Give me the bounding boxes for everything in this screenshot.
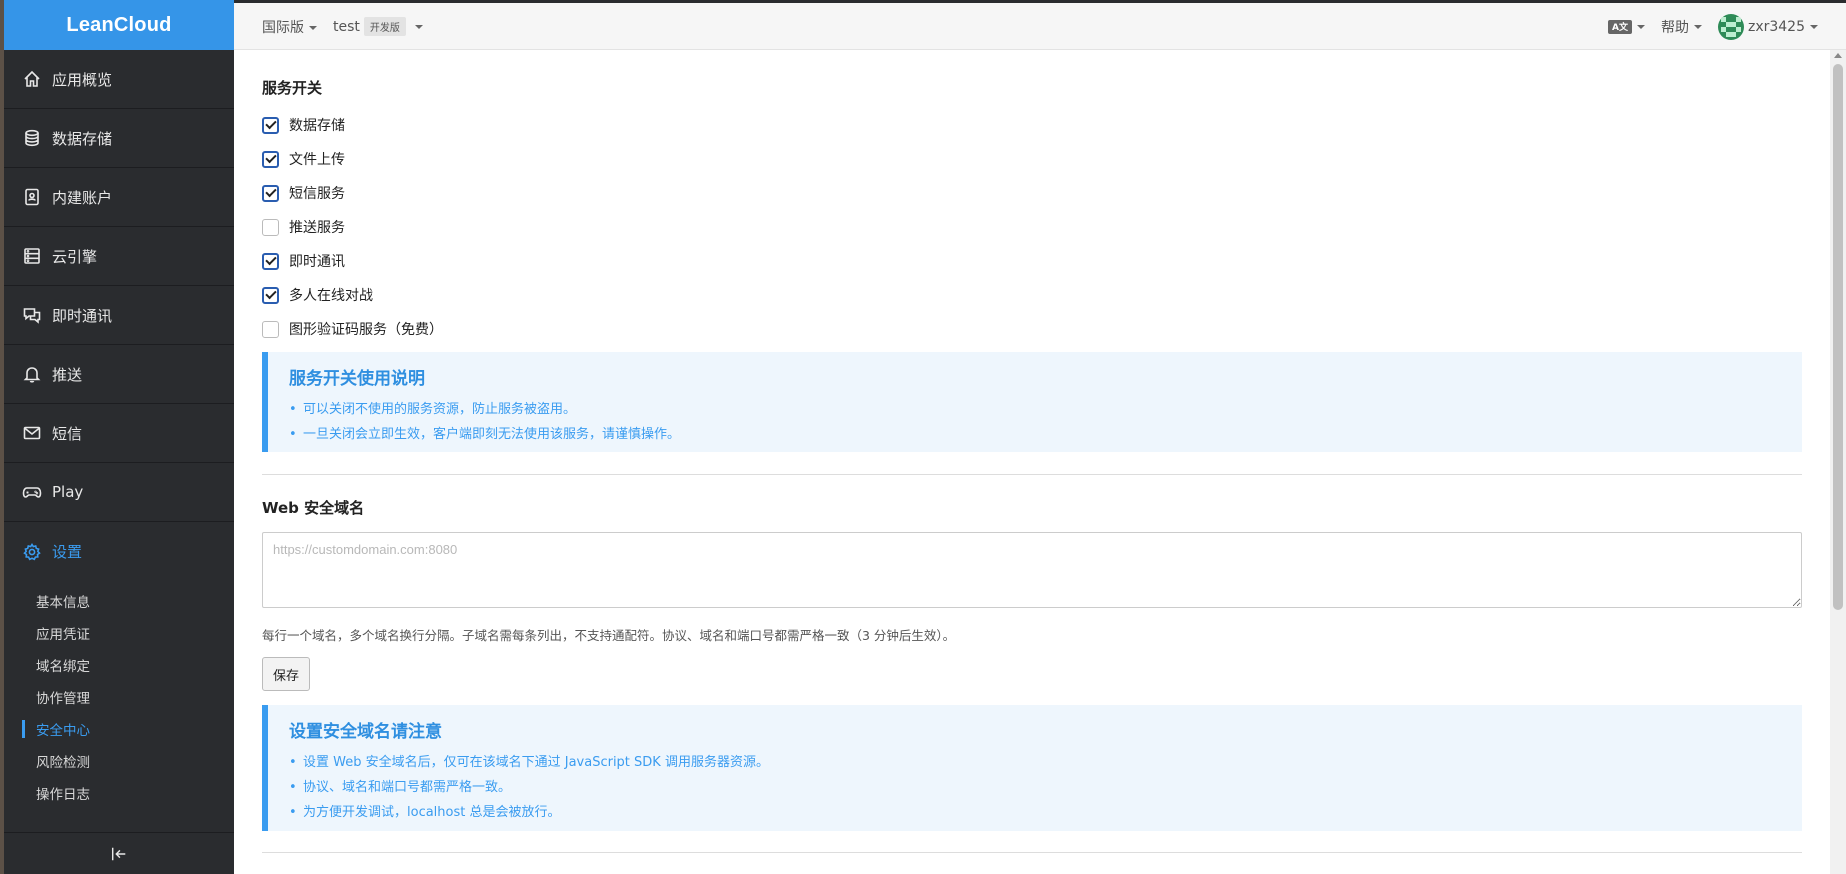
notice-item: 设置 Web 安全域名后，仅可在该域名下通过 JavaScript SDK 调用… xyxy=(289,750,1780,775)
brand-logo[interactable]: LeanCloud xyxy=(4,0,234,50)
gamepad-icon xyxy=(22,482,42,502)
subnav-item-operation-log[interactable]: 操作日志 xyxy=(4,777,234,809)
collapse-sidebar-button[interactable] xyxy=(4,832,234,874)
bell-icon xyxy=(22,364,42,384)
main-content: 服务开关 数据存储 文件上传 短信服务 推送服务 即时通讯 多人在线对战 图形验… xyxy=(234,50,1830,874)
sidebar-item-label: 数据存储 xyxy=(52,129,113,148)
web-domain-title: Web 安全域名 xyxy=(262,499,365,517)
sidebar-item-accounts[interactable]: 内建账户 xyxy=(4,168,234,227)
sidebar-item-label: Play xyxy=(52,483,84,501)
app-env-badge: 开发版 xyxy=(363,17,406,36)
sidebar-item-label: 即时通讯 xyxy=(52,306,113,325)
checkbox-file-upload[interactable]: 文件上传 xyxy=(262,142,1802,176)
checkbox-checked[interactable] xyxy=(262,252,279,270)
app-name[interactable]: test xyxy=(333,19,360,35)
web-domain-help-text: 每行一个域名，多个域名换行分隔。子域名需每条列出，不支持通配符。协议、域名和端口… xyxy=(262,628,956,643)
checkbox-label: 文件上传 xyxy=(289,152,345,168)
notice-item: 可以关闭不使用的服务资源，防止服务被盗用。 xyxy=(289,397,1780,422)
scrollbar-thumb[interactable] xyxy=(1833,64,1843,610)
sidebar-item-label: 应用概览 xyxy=(52,70,113,89)
subnav-item-app-keys[interactable]: 应用凭证 xyxy=(4,617,234,649)
subnav-item-collaboration[interactable]: 协作管理 xyxy=(4,681,234,713)
checkbox-sms-service[interactable]: 短信服务 xyxy=(262,176,1802,210)
checkbox-data-storage[interactable]: 数据存储 xyxy=(262,108,1802,142)
subnav-item-risk-detection[interactable]: 风险检测 xyxy=(4,745,234,777)
region-label: 国际版 xyxy=(262,19,304,36)
notice-item: 一旦关闭会立即生效，客户端即刻无法使用该服务，请谨慎操作。 xyxy=(289,422,1780,447)
checkbox-unchecked[interactable] xyxy=(262,320,279,338)
checkbox-label: 推送服务 xyxy=(289,220,345,236)
contact-card-icon xyxy=(22,187,42,207)
sidebar: LeanCloud 应用概览 数据存储 内建账户 云引擎 即时通讯 推送 短信 … xyxy=(0,0,234,874)
chevron-down-icon xyxy=(1636,24,1645,29)
checkbox-multiplayer[interactable]: 多人在线对战 xyxy=(262,278,1802,312)
home-icon xyxy=(22,69,42,89)
sidebar-item-label: 云引擎 xyxy=(52,247,98,266)
chevron-down-icon xyxy=(1693,24,1702,29)
sidebar-item-cloud-engine[interactable]: 云引擎 xyxy=(4,227,234,286)
chat-icon xyxy=(22,305,42,325)
scroll-up-icon[interactable] xyxy=(1834,53,1842,58)
page-scrollbar[interactable] xyxy=(1830,50,1846,874)
checkbox-captcha[interactable]: 图形验证码服务（免费） xyxy=(262,312,1802,346)
web-domain-input[interactable] xyxy=(262,532,1802,608)
checkbox-im[interactable]: 即时通讯 xyxy=(262,244,1802,278)
collapse-icon xyxy=(111,847,126,860)
mail-icon xyxy=(22,423,42,443)
username: zxr3425 xyxy=(1747,18,1805,35)
checkbox-label: 即时通讯 xyxy=(289,254,345,270)
sidebar-item-label: 短信 xyxy=(52,424,83,443)
gear-icon xyxy=(22,542,42,562)
notice-title: 服务开关使用说明 xyxy=(289,369,425,389)
sidebar-item-label: 设置 xyxy=(52,543,83,561)
sidebar-item-label: 推送 xyxy=(52,365,83,384)
checkbox-label: 短信服务 xyxy=(289,186,345,202)
subnav-item-security-center[interactable]: 安全中心 xyxy=(4,713,234,745)
checkbox-label: 数据存储 xyxy=(289,118,345,134)
sidebar-item-sms[interactable]: 短信 xyxy=(4,404,234,463)
sidebar-item-push[interactable]: 推送 xyxy=(4,345,234,404)
save-button[interactable]: 保存 xyxy=(262,657,311,691)
translate-icon: A文 xyxy=(1607,19,1632,34)
checkbox-checked[interactable] xyxy=(262,286,279,304)
notice-item: 为方便开发调试，localhost 总是会被放行。 xyxy=(289,800,1780,825)
checkbox-checked[interactable] xyxy=(262,150,279,168)
subnav-item-domain-binding[interactable]: 域名绑定 xyxy=(4,649,234,681)
avatar xyxy=(1717,13,1744,40)
region-dropdown[interactable]: 国际版 xyxy=(262,17,317,37)
web-domain-notice: 设置安全域名请注意 设置 Web 安全域名后，仅可在该域名下通过 JavaScr… xyxy=(262,705,1802,831)
chevron-down-icon xyxy=(309,25,317,30)
checkbox-checked[interactable] xyxy=(262,116,279,134)
language-dropdown[interactable]: A文 xyxy=(1607,19,1645,34)
service-switch-notice: 服务开关使用说明 可以关闭不使用的服务资源，防止服务被盗用。 一旦关闭会立即生效… xyxy=(262,352,1802,452)
help-label: 帮助 xyxy=(1660,19,1689,36)
subnav-item-basic-info[interactable]: 基本信息 xyxy=(4,585,234,617)
sidebar-item-label: 内建账户 xyxy=(52,188,113,207)
checkbox-checked[interactable] xyxy=(262,184,279,202)
settings-subnav: 基本信息 应用凭证 域名绑定 协作管理 安全中心 风险检测 操作日志 xyxy=(4,581,234,809)
sidebar-item-play[interactable]: Play xyxy=(4,463,234,522)
sidebar-item-overview[interactable]: 应用概览 xyxy=(4,50,234,109)
service-switch-title: 服务开关 xyxy=(262,79,323,97)
checkbox-unchecked[interactable] xyxy=(262,218,279,236)
checkbox-push-service[interactable]: 推送服务 xyxy=(262,210,1802,244)
sidebar-item-settings[interactable]: 设置 xyxy=(4,522,234,581)
chevron-down-icon xyxy=(1810,24,1818,29)
user-menu[interactable]: zxr3425 xyxy=(1717,13,1818,40)
divider xyxy=(262,852,1802,853)
sidebar-item-im[interactable]: 即时通讯 xyxy=(4,286,234,345)
database-icon xyxy=(22,128,42,148)
notice-title: 设置安全域名请注意 xyxy=(289,722,442,742)
checkbox-label: 多人在线对战 xyxy=(289,288,373,304)
notice-item: 协议、域名和端口号都需严格一致。 xyxy=(289,775,1780,800)
divider xyxy=(262,474,1802,475)
server-icon xyxy=(22,246,42,266)
sidebar-item-storage[interactable]: 数据存储 xyxy=(4,109,234,168)
topbar: 国际版 test 开发版 A文 帮助 zxr3425 xyxy=(234,0,1846,50)
app-switch-dropdown[interactable] xyxy=(414,24,423,29)
checkbox-label: 图形验证码服务（免费） xyxy=(289,322,443,338)
help-dropdown[interactable]: 帮助 xyxy=(1661,17,1702,37)
